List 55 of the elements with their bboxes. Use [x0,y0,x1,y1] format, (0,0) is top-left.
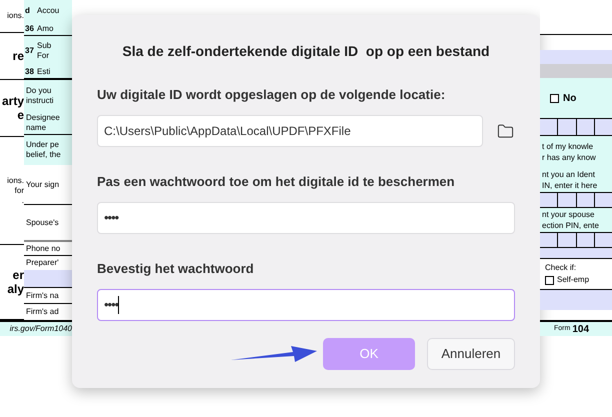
section-heading: aly [7,282,24,296]
form-text: Do you [26,86,52,96]
password-field[interactable]: •••• [97,202,515,234]
section-heading: re [12,49,24,63]
form-text: Esti [37,67,50,77]
line-number: 36 [24,22,35,34]
password-field[interactable]: •••• [97,289,515,321]
form-text: Your sign [26,180,60,190]
form-text: Amo [37,24,54,34]
line-number: 37 [24,45,35,57]
digit-box-row[interactable] [540,192,612,208]
form-text: Phone no [26,244,60,254]
form-link[interactable]: irs.gov/Form1040 [10,323,72,335]
form-text: for [14,186,24,196]
form-text: ection PIN, ente [542,220,600,231]
cancel-button[interactable]: Annuleren [427,338,515,370]
form-text: Sub [37,41,52,51]
form-text: IN, enter it here [542,180,598,191]
option-label: Self-emp [557,275,590,285]
option-label: No [563,92,576,106]
section-heading: er [12,268,24,282]
form-text: instructi [26,96,54,106]
form-text: For [37,51,50,61]
line-number: d [24,5,31,17]
text-caret [118,296,120,314]
form-text: Spouse's [26,218,59,228]
checkbox[interactable] [545,276,554,284]
form-text: Under pe [26,140,60,150]
field-label: Uw digitale ID wordt opgeslagen op de volgende locatie: [97,86,446,104]
checkbox[interactable] [550,94,559,102]
form-text: ions. [7,11,24,21]
form-number: 104 [572,322,590,336]
form-text: . [22,196,24,206]
field-label: Bevestig het wachtwoord [97,260,255,278]
path-field[interactable]: C:\Users\Public\AppData\Local\UPDF\PFXFile [97,115,483,147]
form-text: Check if: [545,263,578,273]
form-text: Designee [26,113,60,123]
form-text: ions. [7,176,24,186]
form-text: Preparer' [26,258,59,268]
form-text: Accou [37,6,60,16]
form-text: name [26,123,48,133]
form-text: Firm's ad [26,307,59,317]
form-text: Firm's na [26,290,59,300]
form-text: nt your spouse [542,209,596,220]
digit-box-row[interactable] [540,232,612,248]
form-text: belief, the [26,150,61,160]
field-label: Pas een wachtwoord toe om het digitale id te beschermen [97,173,456,191]
digit-box-row[interactable] [540,118,612,136]
line-number: 38 [24,66,35,78]
section-heading: arty [2,94,24,108]
form-text: t of my knowle [542,141,594,152]
dialog-title: Sla de zelf-ondertekende digitale ID op op een bestand [121,42,491,61]
form-text: r has any know [542,152,597,163]
form-text: nt you an Ident [542,169,596,180]
section-heading: e [17,108,24,122]
